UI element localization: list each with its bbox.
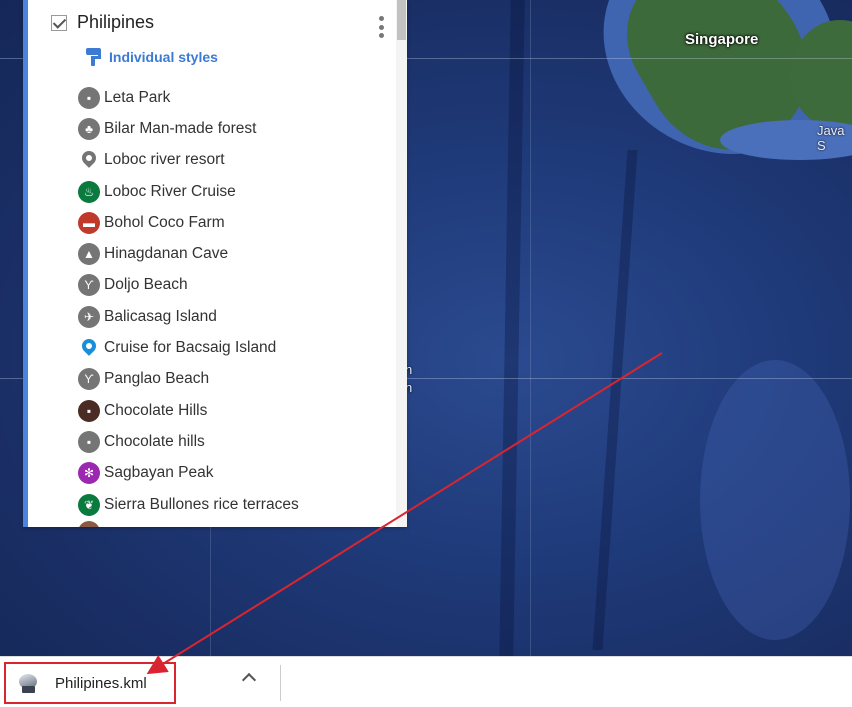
- place-label: Hinagdanan Cave: [104, 245, 229, 263]
- place-label: Cruise for Bacsaig Island: [104, 339, 277, 357]
- place-list-item[interactable]: ▪ Chocolate hills: [78, 426, 299, 457]
- ocean-ridge: [499, 0, 525, 656]
- park-icon: ▪: [78, 430, 100, 453]
- place-list-item[interactable]: ϒ Panglao Beach: [78, 364, 299, 395]
- place-list-item[interactable]: ✻ Sagbayan Peak: [78, 458, 299, 489]
- map-label-singapore: Singapore: [685, 31, 759, 48]
- divider: [280, 665, 281, 701]
- place-list: ▪ Leta Park ♣ Bilar Man-made forest Loboc ri…: [78, 82, 299, 520]
- place-list-item[interactable]: ϒ Doljo Beach: [78, 270, 299, 301]
- place-label: Loboc River Cruise: [104, 182, 236, 200]
- place-label: Loboc river resort: [104, 151, 225, 169]
- snorkel-icon: ✈: [78, 305, 100, 328]
- download-file-name: Philipines.kml: [55, 674, 147, 692]
- park-icon: ▪: [78, 86, 100, 109]
- layer-title[interactable]: Philipines: [77, 12, 154, 33]
- bed-icon: ▬: [78, 211, 100, 234]
- place-list-item[interactable]: ▪ Chocolate Hills: [78, 395, 299, 426]
- place-list-item[interactable]: Loboc river resort: [78, 145, 299, 176]
- layer-options-menu-icon[interactable]: [379, 16, 385, 38]
- cave-icon: ▲: [78, 243, 100, 266]
- place-label: Bohol Coco Farm: [104, 213, 225, 231]
- place-label: Doljo Beach: [104, 276, 188, 294]
- seamount: [700, 360, 850, 640]
- map-label-java-sea: Java S: [817, 123, 845, 153]
- layer-visibility-checkbox[interactable]: [51, 14, 67, 31]
- place-list-item[interactable]: ❦ Sierra Bullones rice terraces: [78, 489, 299, 520]
- paint-roller-icon: [83, 46, 105, 68]
- place-label: Chocolate Hills: [104, 401, 208, 419]
- place-label: Sierra Bullones rice terraces: [104, 495, 299, 513]
- chevron-up-icon[interactable]: [241, 672, 257, 688]
- kml-file-icon: [18, 673, 38, 693]
- place-list-item[interactable]: Cruise for Bacsaig Island: [78, 332, 299, 363]
- place-label: Panglao Beach: [104, 370, 210, 388]
- palm-tree-icon: ϒ: [78, 274, 100, 297]
- tree-icon: ♣: [78, 117, 100, 140]
- layer-header: Philipines: [51, 12, 154, 33]
- palm-tree-icon: ϒ: [78, 368, 100, 391]
- place-list-item[interactable]: ▪ Leta Park: [78, 82, 299, 113]
- food-bowl-icon: ♨: [78, 180, 100, 203]
- park-icon: ▪: [78, 399, 100, 422]
- pin-icon: [78, 148, 100, 171]
- place-label: Chocolate hills: [104, 432, 205, 450]
- place-list-item[interactable]: ♣ Bilar Man-made forest: [78, 113, 299, 144]
- ocean-ridge: [592, 150, 638, 650]
- place-icon-partial: [78, 521, 100, 527]
- place-label: Bilar Man-made forest: [104, 119, 257, 137]
- download-bar: Philipines.kml: [0, 656, 852, 707]
- place-list-item[interactable]: ▲ Hinagdanan Cave: [78, 238, 299, 269]
- individual-styles-link[interactable]: Individual styles: [83, 46, 218, 68]
- pin-icon: [78, 336, 100, 359]
- grain-icon: ❦: [78, 493, 100, 516]
- place-label: Leta Park: [104, 88, 171, 106]
- individual-styles-label: Individual styles: [109, 49, 218, 65]
- place-label: Balicasag Island: [104, 307, 217, 325]
- grid-line: [530, 0, 531, 656]
- flower-icon: ✻: [78, 462, 100, 485]
- download-item[interactable]: Philipines.kml: [4, 662, 176, 704]
- place-list-item[interactable]: ▬ Bohol Coco Farm: [78, 207, 299, 238]
- layer-panel: Philipines Individual styles ▪ Leta Park ♣…: [23, 0, 407, 527]
- scrollbar-thumb[interactable]: [397, 0, 406, 40]
- place-label: Sagbayan Peak: [104, 464, 214, 482]
- place-list-item[interactable]: ♨ Loboc River Cruise: [78, 176, 299, 207]
- layer-panel-scrollbar[interactable]: [396, 0, 407, 527]
- place-list-item[interactable]: ✈ Balicasag Island: [78, 301, 299, 332]
